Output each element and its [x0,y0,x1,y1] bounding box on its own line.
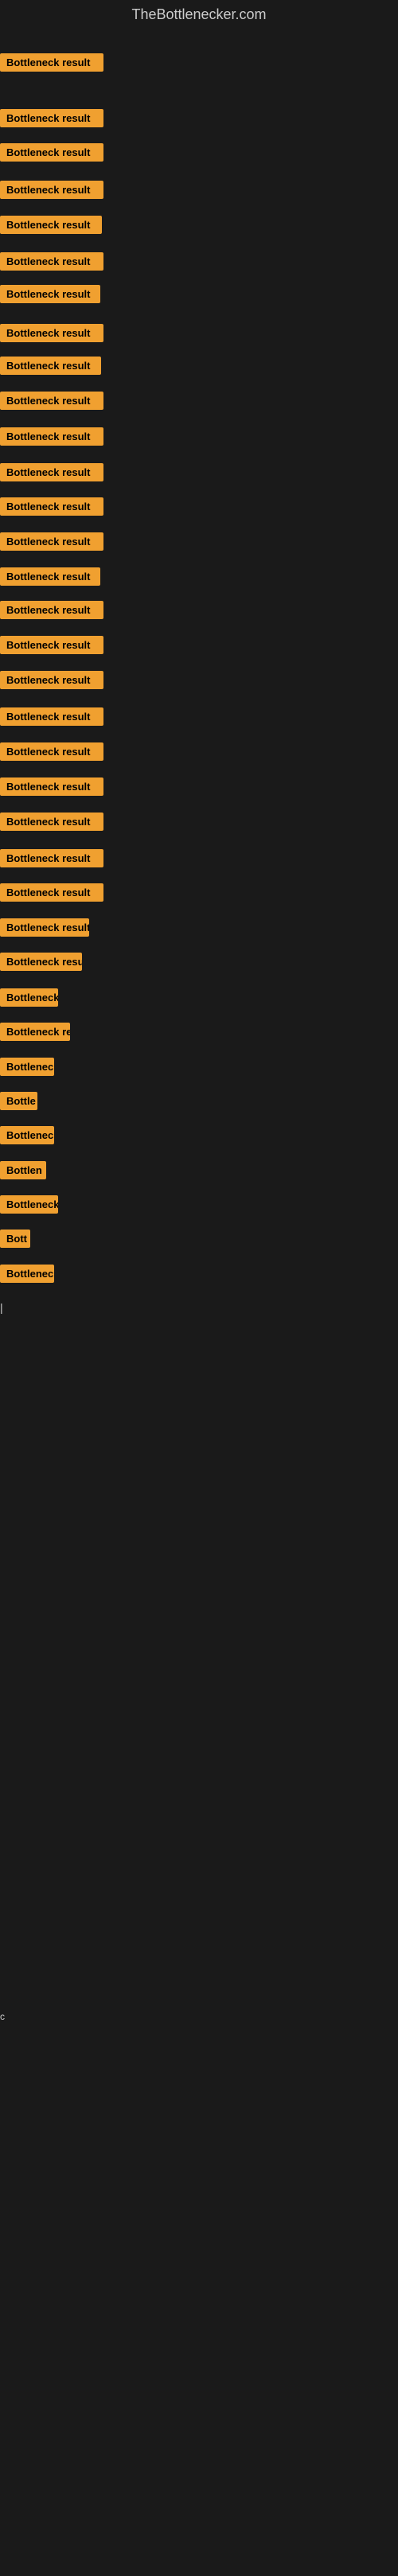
bottleneck-badge-6[interactable]: Bottleneck result [0,252,103,271]
bottleneck-item-16: Bottleneck result [0,601,103,623]
bottleneck-item-5: Bottleneck result [0,216,102,238]
bottleneck-item-18: Bottleneck result [0,671,103,693]
bottleneck-item-31: Bottlenec [0,1126,54,1148]
bottleneck-item-9: Bottleneck result [0,357,101,379]
bottleneck-badge-19[interactable]: Bottleneck result [0,707,103,726]
bottleneck-item-28: Bottleneck re [0,1023,70,1045]
bottleneck-item-14: Bottleneck result [0,532,103,555]
bottleneck-item-23: Bottleneck result [0,849,103,871]
bottleneck-badge-3[interactable]: Bottleneck result [0,143,103,162]
cursor-indicator: | [0,1301,3,1314]
bottleneck-badge-31[interactable]: Bottlenec [0,1126,54,1144]
bottleneck-item-2: Bottleneck result [0,109,103,131]
bottleneck-badge-12[interactable]: Bottleneck result [0,463,103,481]
bottleneck-item-12: Bottleneck result [0,463,103,485]
bottleneck-item-19: Bottleneck result [0,707,103,730]
bottleneck-item-25: Bottleneck result [0,918,89,941]
bottleneck-badge-26[interactable]: Bottleneck resu [0,953,82,971]
bottleneck-badge-21[interactable]: Bottleneck result [0,777,103,796]
bottleneck-badge-11[interactable]: Bottleneck result [0,427,103,446]
bottleneck-item-33: Bottleneck [0,1195,58,1218]
bottleneck-item-22: Bottleneck result [0,813,103,835]
bottleneck-badge-23[interactable]: Bottleneck result [0,849,103,867]
bottleneck-badge-10[interactable]: Bottleneck result [0,392,103,410]
bottleneck-badge-7[interactable]: Bottleneck result [0,285,100,303]
bottleneck-item-34: Bott [0,1230,30,1252]
bottleneck-item-8: Bottleneck result [0,324,103,346]
small-item: c [0,2011,5,2022]
bottleneck-badge-18[interactable]: Bottleneck result [0,671,103,689]
bottleneck-badge-35[interactable]: Bottlenec [0,1265,54,1283]
bottleneck-item-20: Bottleneck result [0,742,103,765]
bottleneck-item-10: Bottleneck result [0,392,103,414]
bottleneck-item-21: Bottleneck result [0,777,103,800]
bottleneck-item-32: Bottlen [0,1161,46,1183]
bottleneck-item-30: Bottle [0,1092,37,1114]
bottleneck-badge-17[interactable]: Bottleneck result [0,636,103,654]
bottleneck-badge-32[interactable]: Bottlen [0,1161,46,1179]
bottleneck-badge-2[interactable]: Bottleneck result [0,109,103,127]
bottleneck-item-11: Bottleneck result [0,427,103,450]
bottleneck-badge-30[interactable]: Bottle [0,1092,37,1110]
bottleneck-badge-9[interactable]: Bottleneck result [0,357,101,375]
bottleneck-badge-29[interactable]: Bottlenec [0,1058,54,1076]
bottleneck-badge-13[interactable]: Bottleneck result [0,497,103,516]
bottleneck-item-4: Bottleneck result [0,181,103,203]
bottleneck-badge-34[interactable]: Bott [0,1230,30,1248]
bottleneck-item-13: Bottleneck result [0,497,103,520]
bottleneck-badge-28[interactable]: Bottleneck re [0,1023,70,1041]
bottleneck-item-24: Bottleneck result [0,883,103,906]
bottleneck-badge-25[interactable]: Bottleneck result [0,918,89,937]
bottleneck-item-1: Bottleneck result [0,53,103,76]
bottleneck-badge-16[interactable]: Bottleneck result [0,601,103,619]
bottleneck-item-27: Bottleneck [0,988,58,1011]
bottleneck-item-26: Bottleneck resu [0,953,82,975]
bottleneck-item-29: Bottlenec [0,1058,54,1080]
bottleneck-item-7: Bottleneck result [0,285,100,307]
bottleneck-badge-5[interactable]: Bottleneck result [0,216,102,234]
bottleneck-badge-24[interactable]: Bottleneck result [0,883,103,902]
bottleneck-badge-8[interactable]: Bottleneck result [0,324,103,342]
site-title: TheBottlenecker.com [0,0,398,29]
bottleneck-badge-1[interactable]: Bottleneck result [0,53,103,72]
bottleneck-badge-22[interactable]: Bottleneck result [0,813,103,831]
bottleneck-item-17: Bottleneck result [0,636,103,658]
bottleneck-item-15: Bottleneck result [0,567,100,590]
bottleneck-badge-33[interactable]: Bottleneck [0,1195,58,1214]
bottleneck-badge-20[interactable]: Bottleneck result [0,742,103,761]
bottleneck-badge-4[interactable]: Bottleneck result [0,181,103,199]
bottleneck-item-6: Bottleneck result [0,252,103,275]
bottleneck-badge-14[interactable]: Bottleneck result [0,532,103,551]
bottleneck-badge-15[interactable]: Bottleneck result [0,567,100,586]
bottleneck-badge-27[interactable]: Bottleneck [0,988,58,1007]
bottleneck-item-3: Bottleneck result [0,143,103,166]
bottleneck-item-35: Bottlenec [0,1265,54,1287]
